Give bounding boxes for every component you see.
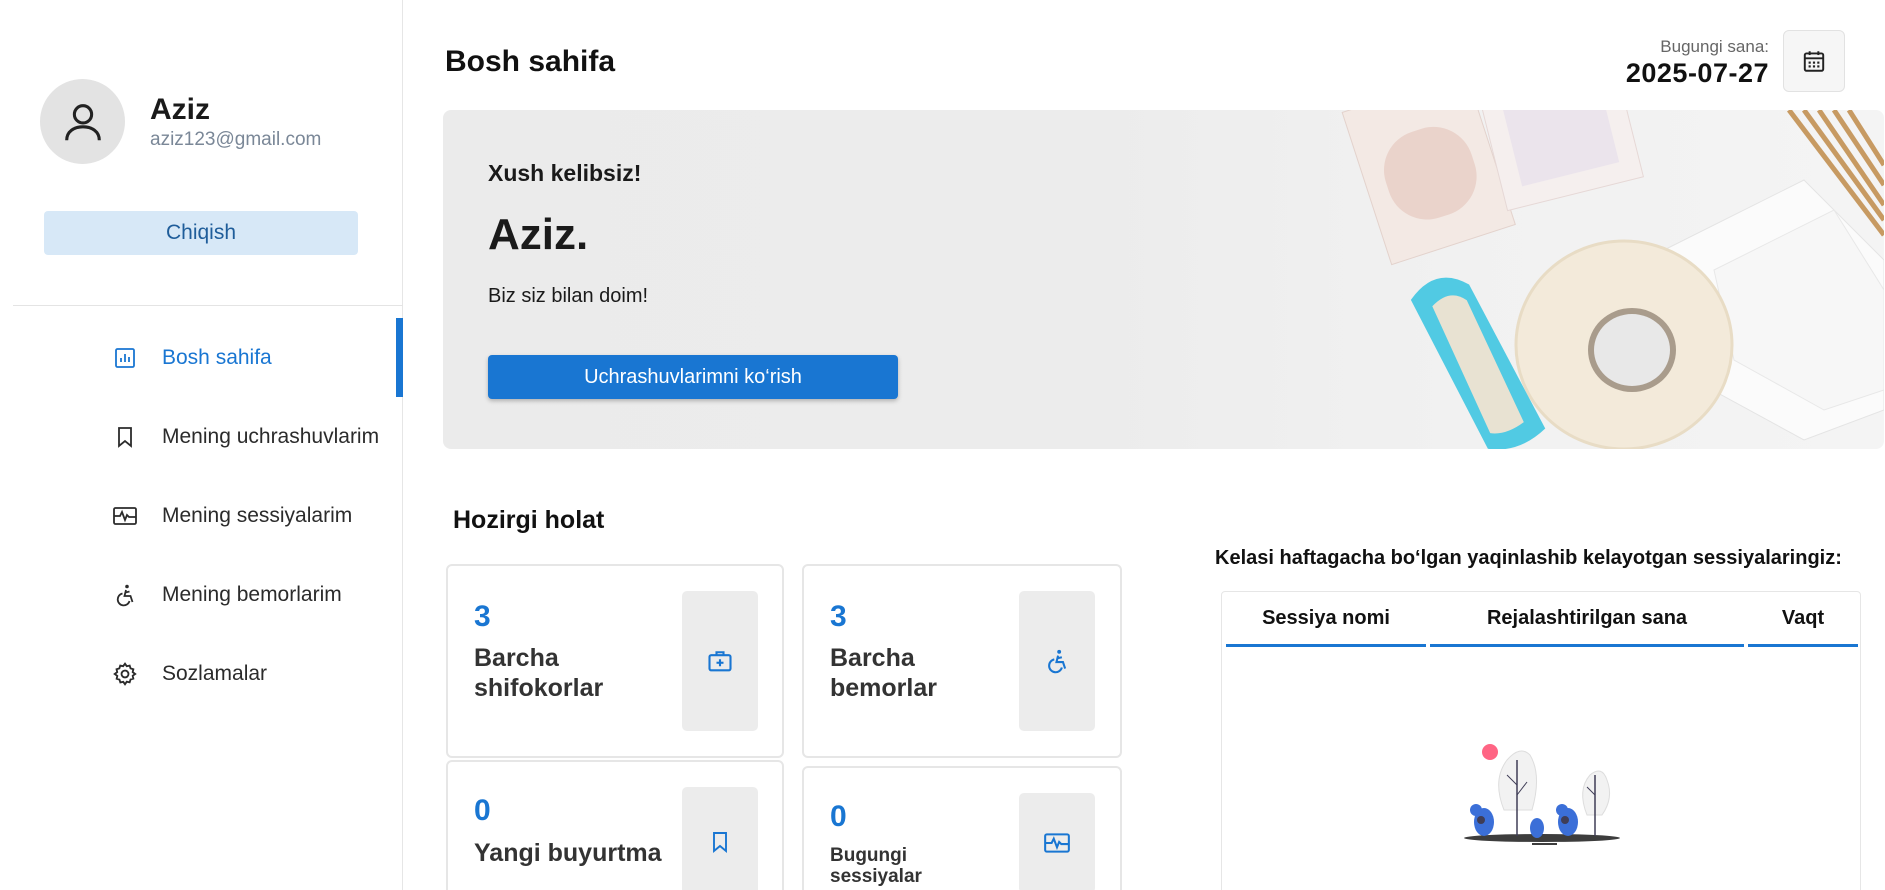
sidebar-item-label: Mening sessiyalarim xyxy=(162,503,353,527)
stat-icon-box xyxy=(1019,793,1095,890)
sidebar-item-label: Mening bemorlarim xyxy=(162,582,342,606)
stat-value: 3 xyxy=(830,600,847,633)
stat-value: 0 xyxy=(830,800,847,833)
bookmark-icon xyxy=(110,422,140,452)
bookmark-icon xyxy=(713,832,727,854)
sidebar-item-label: Mening uchrashuvlarim xyxy=(162,424,380,448)
profile-name: Aziz xyxy=(150,92,210,126)
stat-card-doctors[interactable]: 3 Barcha shifokorlar xyxy=(446,564,784,758)
status-section-title: Hozirgi holat xyxy=(453,506,605,534)
welcome-name: Aziz. xyxy=(488,210,589,259)
chart-icon xyxy=(110,343,140,373)
welcome-banner: Xush kelibsiz! Aziz. Biz siz bilan doim!… xyxy=(443,110,1884,449)
stat-label: Barcha bemorlar xyxy=(830,644,937,702)
accessible-icon xyxy=(110,580,140,610)
stat-label: Barcha shifokorlar xyxy=(474,644,604,702)
stat-icon-box xyxy=(682,787,758,890)
divider xyxy=(13,305,403,306)
calendar-button[interactable] xyxy=(1783,30,1845,92)
view-appointments-button[interactable]: Uchrashuvlarimni ko‘rish xyxy=(488,355,898,399)
sidebar-item-uchrashuvlar[interactable]: Mening uchrashuvlarim xyxy=(0,397,403,476)
medical-supplies-image xyxy=(1341,110,1884,449)
medical-bag-icon xyxy=(708,651,732,672)
sidebar-item-bosh-sahifa[interactable]: Bosh sahifa xyxy=(0,318,403,397)
column-header-scheduled-date[interactable]: Rejalashtirilgan sana xyxy=(1430,592,1744,647)
logout-button[interactable]: Chiqish xyxy=(44,211,358,255)
sidebar-item-sessiyalar[interactable]: Mening sessiyalarim xyxy=(0,476,403,555)
gear-icon xyxy=(110,659,140,689)
profile-email: aziz123@gmail.com xyxy=(150,128,322,150)
upcoming-sessions-title: Kelasi haftagacha bo‘lgan yaqinlashib ke… xyxy=(1215,547,1842,569)
page-title: Bosh sahifa xyxy=(445,45,616,78)
stat-card-today-sessions[interactable]: 0 Bugungi sessiyalar xyxy=(802,766,1122,890)
stat-label: Yangi buyurtma xyxy=(474,839,662,867)
stat-icon-box xyxy=(682,591,758,731)
stat-card-patients[interactable]: 3 Barcha bemorlar xyxy=(802,564,1122,758)
sidebar-item-sozlamalar[interactable]: Sozlamalar xyxy=(0,634,403,713)
empty-state-illustration xyxy=(1464,744,1620,845)
stat-card-new-orders[interactable]: 0 Yangi buyurtma xyxy=(446,760,784,890)
column-header-time[interactable]: Vaqt xyxy=(1748,592,1858,647)
calendar-icon xyxy=(1803,51,1825,72)
sidebar-item-label: Bosh sahifa xyxy=(162,345,272,369)
profile: Aziz aziz123@gmail.com xyxy=(40,79,321,164)
pulse-icon xyxy=(110,501,140,531)
welcome-subtitle: Biz siz bilan doim! xyxy=(488,285,649,307)
accessible-icon xyxy=(1048,649,1067,674)
avatar xyxy=(40,79,125,164)
column-header-session-name[interactable]: Sessiya nomi xyxy=(1226,592,1426,647)
stat-value: 3 xyxy=(474,600,491,633)
date-value: 2025-07-27 xyxy=(1625,58,1769,88)
sidebar-item-label: Sozlamalar xyxy=(162,661,268,685)
sidebar-item-bemorlar[interactable]: Mening bemorlarim xyxy=(0,555,403,634)
upcoming-sessions-table: Sessiya nomi Rejalashtirilgan sana Vaqt xyxy=(1221,591,1861,890)
date-label: Bugungi sana: xyxy=(1660,37,1769,56)
app-root: Aziz aziz123@gmail.com Chiqish Bosh sahi… xyxy=(0,0,1885,890)
stat-icon-box xyxy=(1019,591,1095,731)
pulse-icon xyxy=(1044,833,1070,853)
sidebar: Aziz aziz123@gmail.com Chiqish Bosh sahi… xyxy=(0,0,403,890)
sidebar-nav: Bosh sahifa Mening uchrashuvlarim Mening… xyxy=(0,318,403,713)
welcome-greeting: Xush kelibsiz! xyxy=(488,160,642,186)
user-icon xyxy=(64,103,101,140)
stat-label: Bugungi sessiyalar xyxy=(830,845,922,887)
date-display: Bugungi sana: 2025-07-27 xyxy=(1626,37,1769,89)
stat-value: 0 xyxy=(474,794,491,827)
